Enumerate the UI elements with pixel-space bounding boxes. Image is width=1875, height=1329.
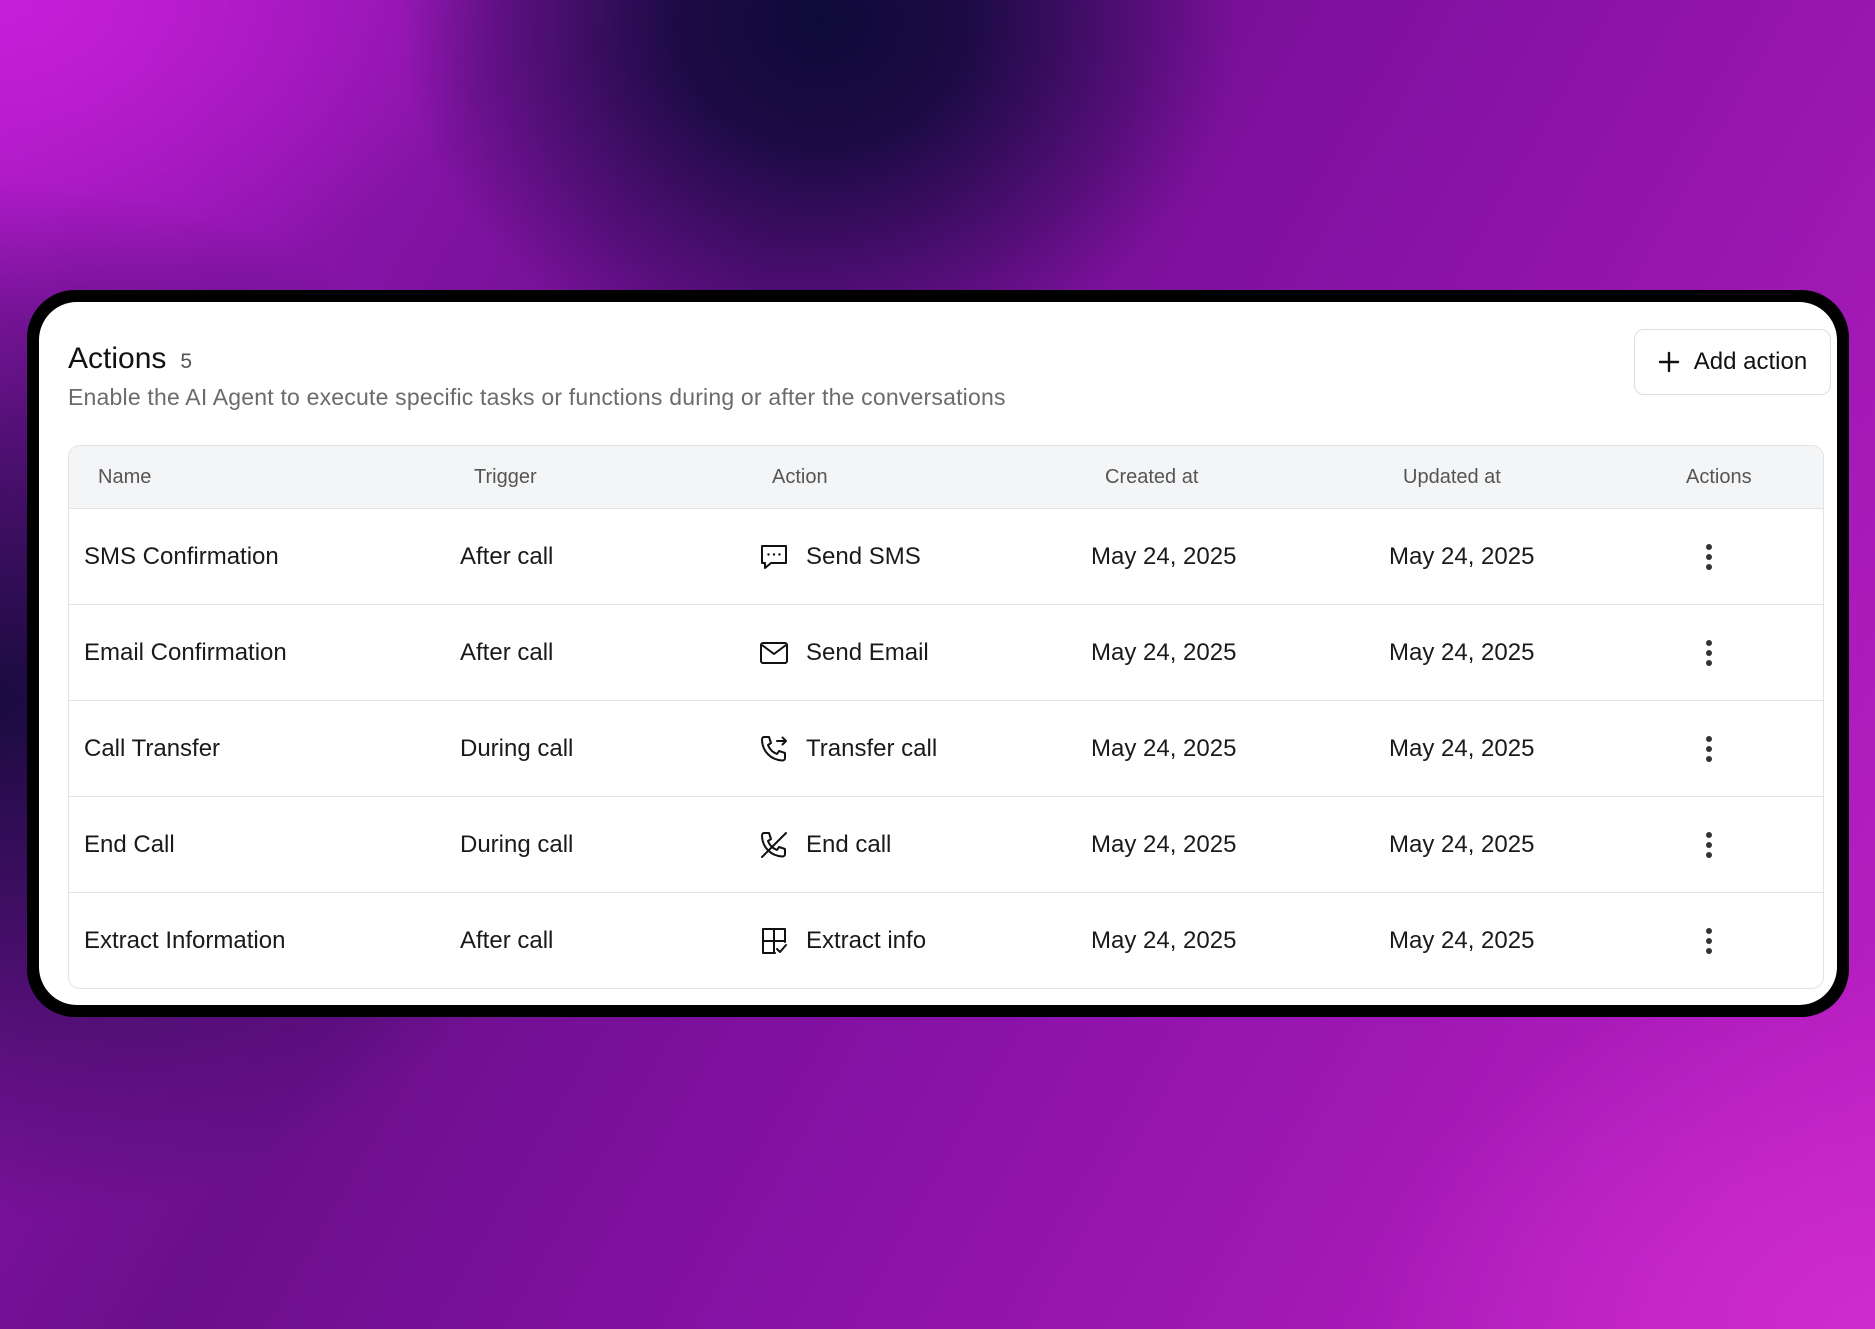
column-header-name[interactable]: Name (98, 446, 151, 509)
phone-off-icon (758, 829, 790, 861)
column-header-trigger[interactable]: Trigger (474, 446, 537, 509)
row-name: Email Confirmation (84, 639, 287, 666)
row-action: End call (758, 797, 891, 893)
action-label: Transfer call (806, 735, 938, 762)
device-frame: Actions 5 Enable the AI Agent to execute… (27, 290, 1849, 1017)
more-vertical-icon[interactable] (1694, 635, 1724, 671)
row-action: Send SMS (758, 509, 921, 605)
row-action: Transfer call (758, 701, 937, 797)
row-trigger: During call (460, 831, 574, 858)
envelope-icon (758, 637, 790, 669)
row-created: May 24, 2025 (1091, 927, 1237, 954)
action-label: Send SMS (806, 543, 921, 570)
row-name: Extract Information (84, 927, 286, 954)
table-row[interactable]: End Call During call End call May 24, 20… (69, 797, 1823, 893)
row-created: May 24, 2025 (1091, 639, 1237, 666)
row-trigger: After call (460, 639, 554, 666)
table-row[interactable]: Extract Information After call Extract i… (69, 893, 1823, 988)
actions-panel: Actions 5 Enable the AI Agent to execute… (39, 302, 1837, 1005)
row-created: May 24, 2025 (1091, 831, 1237, 858)
column-header-action[interactable]: Action (772, 446, 828, 509)
row-updated: May 24, 2025 (1389, 831, 1535, 858)
row-updated: May 24, 2025 (1389, 735, 1535, 762)
more-vertical-icon[interactable] (1694, 827, 1724, 863)
plus-icon (1658, 351, 1680, 373)
row-created: May 24, 2025 (1091, 735, 1237, 762)
row-action: Extract info (758, 893, 927, 988)
table-row[interactable]: Email Confirmation After call Send Email… (69, 605, 1823, 701)
row-updated: May 24, 2025 (1389, 927, 1535, 954)
column-header-actions: Actions (1686, 466, 1752, 488)
actions-table: Name Trigger Action Created at Updated a… (68, 445, 1824, 989)
row-name: End Call (84, 831, 175, 858)
row-created: May 24, 2025 (1091, 543, 1237, 570)
page-subtitle: Enable the AI Agent to execute specific … (68, 384, 1006, 410)
action-label: End call (806, 831, 892, 858)
add-action-label: Add action (1693, 348, 1808, 375)
message-bubble-icon (758, 541, 790, 573)
action-label: Send Email (806, 639, 929, 666)
table-row[interactable]: Call Transfer During call Transfer call … (69, 701, 1823, 797)
row-updated: May 24, 2025 (1389, 639, 1535, 666)
table-header: Name Trigger Action Created at Updated a… (69, 446, 1823, 509)
row-trigger: After call (460, 927, 554, 954)
more-vertical-icon[interactable] (1694, 731, 1724, 767)
header: Actions 5 (68, 342, 192, 376)
phone-forward-icon (758, 733, 790, 765)
row-updated: May 24, 2025 (1389, 543, 1535, 570)
action-label: Extract info (806, 927, 927, 954)
actions-count: 5 (180, 350, 193, 373)
row-action: Send Email (758, 605, 929, 701)
row-name: SMS Confirmation (84, 543, 279, 570)
page-title: Actions (68, 342, 167, 375)
more-vertical-icon[interactable] (1694, 539, 1724, 575)
add-action-button[interactable]: Add action (1634, 329, 1831, 395)
row-trigger: After call (460, 543, 554, 570)
table-check-icon (758, 925, 790, 957)
row-name: Call Transfer (84, 735, 221, 762)
column-header-updated[interactable]: Updated at (1403, 446, 1501, 509)
column-header-created[interactable]: Created at (1105, 446, 1198, 509)
table-row[interactable]: SMS Confirmation After call Send SMS May… (69, 509, 1823, 605)
more-vertical-icon[interactable] (1694, 923, 1724, 959)
row-trigger: During call (460, 735, 574, 762)
